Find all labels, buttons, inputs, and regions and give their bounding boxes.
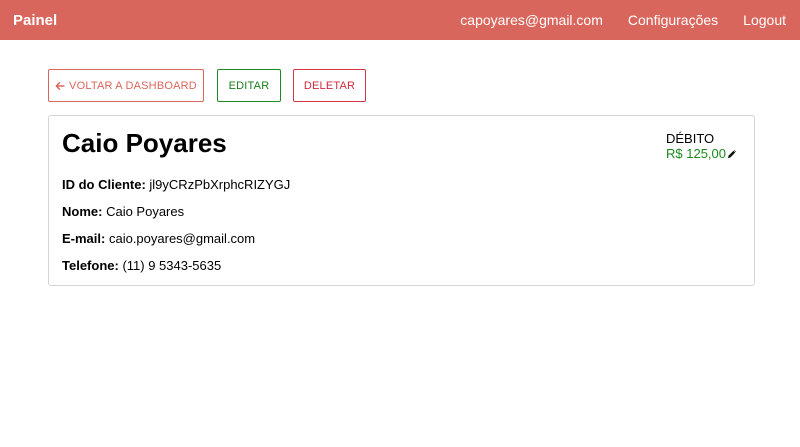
debt-value: R$ 125,00 (666, 146, 726, 161)
client-id-label: ID do Cliente: (62, 177, 146, 192)
email-value: caio.poyares@gmail.com (108, 231, 256, 246)
email-field: E-mail: caio.poyares@gmail.com (62, 231, 255, 246)
logout-link[interactable]: Logout (743, 12, 786, 28)
client-id-value: jl9yCRzPbXrphcRIZYGJ (149, 177, 291, 192)
back-to-dashboard-button[interactable]: VOLTAR A DASHBOARD (48, 69, 204, 102)
pencil-icon[interactable] (727, 149, 737, 159)
phone-value: (11) 9 5343-5635 (122, 258, 222, 273)
edit-button[interactable]: EDITAR (217, 69, 281, 102)
user-email-link[interactable]: capoyares@gmail.com (460, 12, 603, 28)
phone-label: Telefone: (62, 258, 119, 273)
action-buttons: VOLTAR A DASHBOARD EDITAR DELETAR (48, 69, 366, 102)
back-button-label: VOLTAR A DASHBOARD (69, 79, 197, 92)
client-details-card: Caio Poyares DÉBITO R$ 125,00 ID do Clie… (48, 115, 755, 286)
delete-button[interactable]: DELETAR (293, 69, 366, 102)
top-navbar: Painel capoyares@gmail.com Configurações… (0, 0, 800, 40)
brand-link[interactable]: Painel (13, 12, 57, 29)
name-value: Caio Poyares (106, 204, 185, 219)
navbar-links: capoyares@gmail.com Configurações Logout (460, 12, 786, 28)
debt-label: DÉBITO (666, 131, 715, 146)
debt-row: R$ 125,00 (666, 146, 746, 161)
arrow-left-icon (55, 81, 65, 90)
settings-link[interactable]: Configurações (628, 12, 718, 28)
client-name-heading: Caio Poyares (62, 128, 227, 158)
phone-field: Telefone: (11) 9 5343-5635 (62, 258, 221, 273)
client-id-field: ID do Cliente: jl9yCRzPbXrphcRIZYGJ (62, 177, 290, 192)
debt-panel: DÉBITO R$ 125,00 (666, 131, 746, 161)
name-field: Nome: Caio Poyares (62, 204, 184, 219)
name-label: Nome: (62, 204, 103, 219)
email-label: E-mail: (62, 231, 106, 246)
